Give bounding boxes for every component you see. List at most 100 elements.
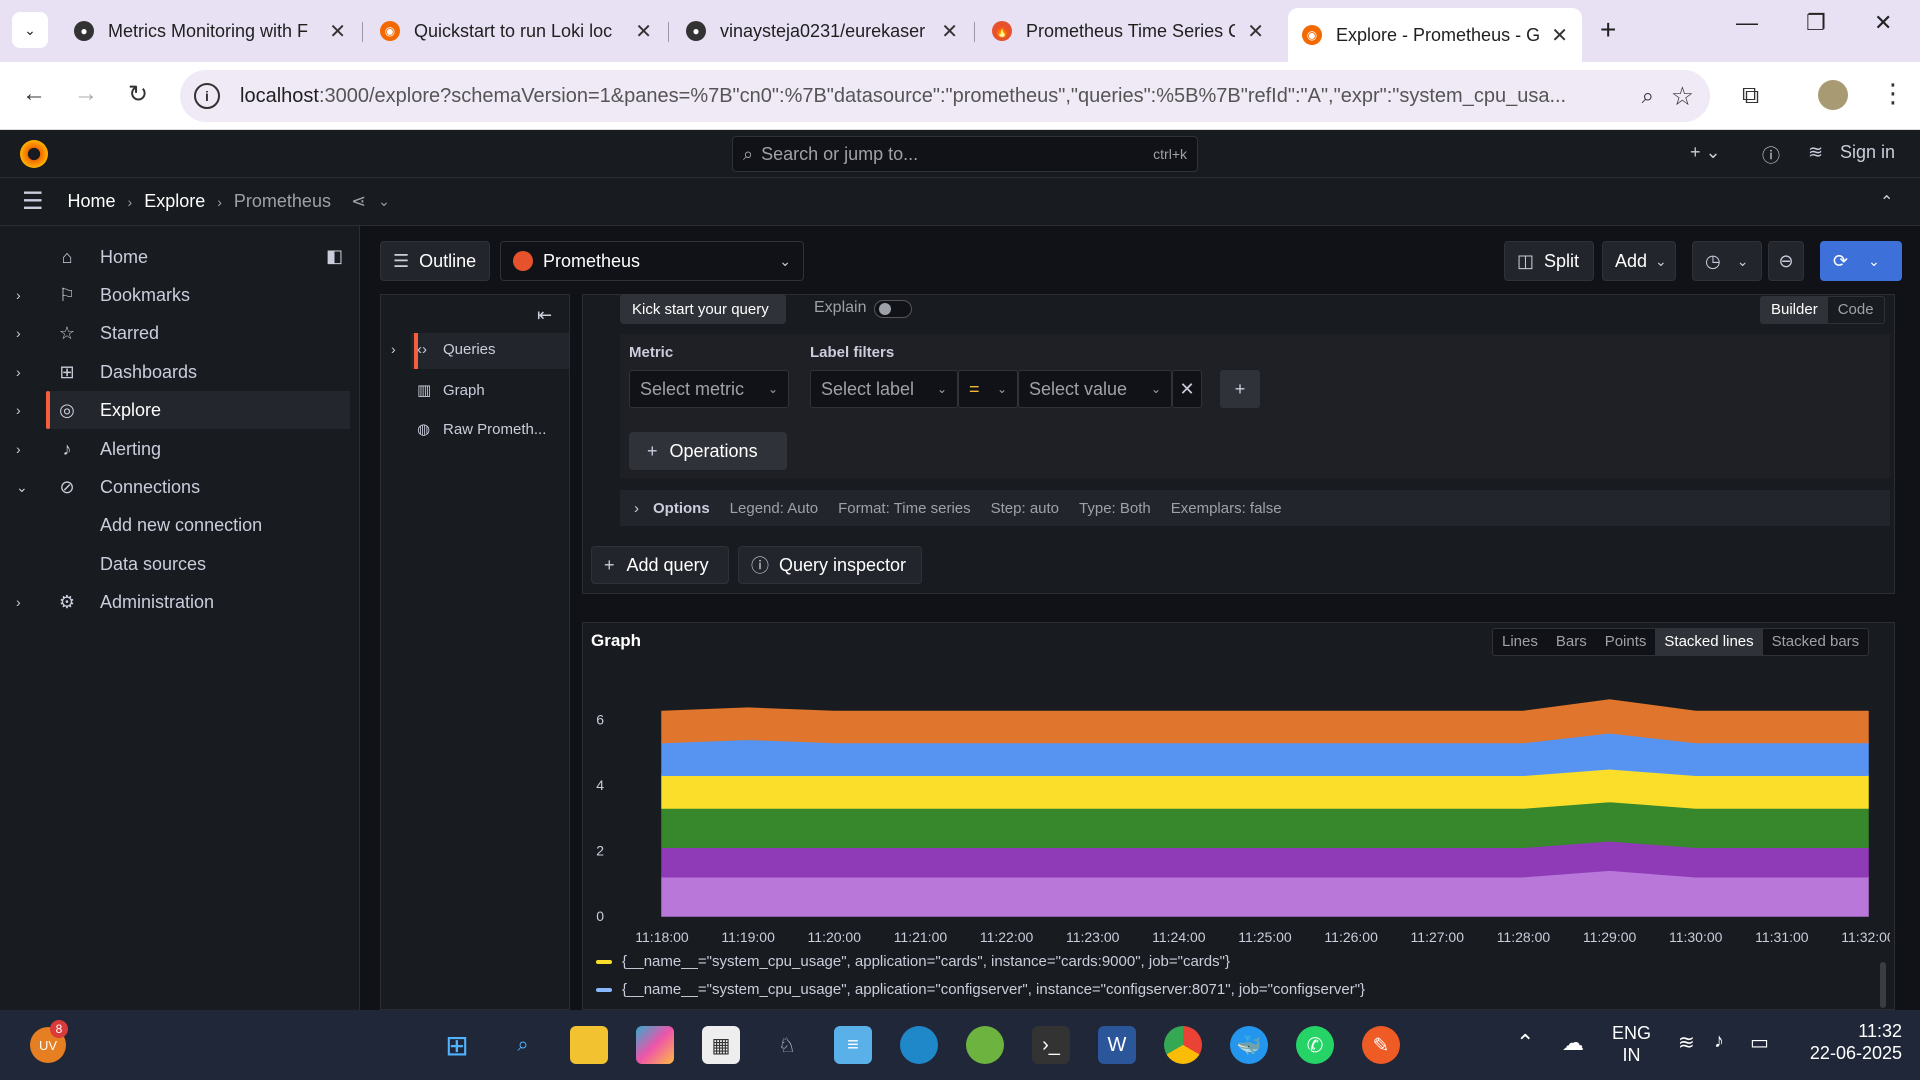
edge-icon[interactable]	[900, 1026, 938, 1064]
operations-button[interactable]: + Operations	[629, 432, 787, 470]
store-icon[interactable]: ▦	[702, 1026, 740, 1064]
operator-select[interactable]: = ⌄	[958, 370, 1018, 408]
mode-lines[interactable]: Lines	[1493, 629, 1547, 655]
browser-tab[interactable]: ◉ Quickstart to run Loki loc ✕	[366, 10, 666, 52]
url-text[interactable]: localhost:3000/explore?schemaVersion=1&p…	[240, 85, 1620, 108]
chevron-down-icon[interactable]: ⌄	[16, 479, 28, 496]
metric-select[interactable]: Select metric ⌄	[629, 370, 789, 408]
extensions-icon[interactable]: ⧉	[1742, 82, 1759, 110]
sidebar-item-starred[interactable]: › ☆ Starred	[0, 314, 360, 352]
sign-in-link[interactable]: Sign in	[1840, 142, 1895, 163]
mode-bars[interactable]: Bars	[1547, 629, 1596, 655]
split-button[interactable]: ◫ Split	[1504, 241, 1594, 281]
help-icon[interactable]: ⓘ	[1762, 142, 1780, 168]
time-series-chart[interactable]: 0 2 4 6 11:18:00 11:19:00 11:20:00 11:21:00 11:2…	[590, 690, 1890, 950]
menu-icon[interactable]: ☰	[22, 187, 44, 216]
close-window-button[interactable]: ✕	[1874, 10, 1892, 36]
copilot-icon[interactable]	[636, 1026, 674, 1064]
wifi-icon[interactable]: ≋	[1678, 1030, 1695, 1055]
site-info-icon[interactable]: i	[194, 83, 220, 109]
chevron-right-icon[interactable]: ›	[16, 441, 21, 457]
close-icon[interactable]: ✕	[941, 19, 958, 44]
profile-avatar[interactable]	[1818, 80, 1848, 110]
time-range-picker[interactable]: ◷ ⌄	[1692, 241, 1762, 281]
breadcrumb-home[interactable]: Home	[68, 191, 116, 212]
volume-icon[interactable]: ♪	[1714, 1030, 1724, 1053]
datasource-picker[interactable]: Prometheus ⌄	[500, 241, 804, 281]
code-mode-button[interactable]: Code	[1828, 297, 1884, 323]
sidebar-item-explore[interactable]: ◎ Explore	[46, 391, 350, 429]
forward-button[interactable]: →	[74, 80, 98, 108]
address-bar[interactable]: i localhost:3000/explore?schemaVersion=1…	[180, 70, 1710, 122]
mode-points[interactable]: Points	[1596, 629, 1656, 655]
share-icon[interactable]: ⋖	[351, 191, 366, 212]
collapse-header-icon[interactable]: ⌃	[1880, 192, 1893, 212]
outline-item-graph[interactable]: ▥ Graph	[417, 381, 485, 400]
collapse-outline-icon[interactable]: ⇤	[537, 305, 552, 326]
chevron-down-icon[interactable]: ⌄	[378, 193, 390, 210]
browser-tab-active[interactable]: ◉ Explore - Prometheus - G ✕	[1288, 8, 1582, 62]
zoom-icon[interactable]: ⌕	[1642, 83, 1654, 109]
remove-filter-button[interactable]: ✕	[1172, 370, 1202, 408]
series-area-5[interactable]	[661, 699, 1869, 744]
search-input[interactable]: ⌕ Search or jump to... ctrl+k	[732, 136, 1198, 172]
sidebar-item-add-new-connection[interactable]: Add new connection	[0, 506, 360, 544]
sidebar-item-alerting[interactable]: › ♪ Alerting	[0, 430, 360, 468]
spring-icon[interactable]	[966, 1026, 1004, 1064]
scrollbar[interactable]	[1880, 962, 1886, 1008]
clock[interactable]: 11:32 22-06-2025	[1792, 1020, 1902, 1064]
outline-item-raw-prometheus[interactable]: ◍ Raw Prometh...	[417, 420, 546, 439]
sidebar-item-data-sources[interactable]: Data sources	[0, 545, 360, 583]
show-hidden-icon[interactable]: ⌃	[1516, 1030, 1534, 1056]
outline-item-queries[interactable]: ‹› Queries	[417, 341, 496, 358]
battery-icon[interactable]: ▭	[1750, 1030, 1769, 1055]
notepad-icon[interactable]: ≡	[834, 1026, 872, 1064]
new-add-icon[interactable]: + ⌄	[1690, 142, 1721, 163]
query-options-row[interactable]: › Options Legend: Auto Format: Time seri…	[620, 490, 1890, 526]
browser-tab[interactable]: 🔥 Prometheus Time Series C ✕	[978, 10, 1278, 52]
sidebar-item-bookmarks[interactable]: › ⚐ Bookmarks	[0, 276, 360, 314]
onedrive-icon[interactable]: ☁	[1562, 1030, 1584, 1056]
chevron-right-icon[interactable]: ›	[16, 287, 21, 303]
minimize-button[interactable]: —	[1736, 10, 1758, 36]
zoom-out-button[interactable]: ⊖	[1768, 241, 1804, 281]
terminal-icon[interactable]: ›_	[1032, 1026, 1070, 1064]
news-rss-icon[interactable]: ≋	[1808, 142, 1823, 163]
chrome-icon[interactable]	[1164, 1026, 1202, 1064]
new-tab-button[interactable]: +	[1600, 14, 1616, 46]
bookmark-star-icon[interactable]: ☆	[1671, 81, 1694, 112]
reload-button[interactable]: ↻	[128, 80, 148, 109]
chevron-right-icon[interactable]: ›	[391, 341, 396, 357]
chevron-right-icon[interactable]: ›	[16, 325, 21, 341]
breadcrumb-explore[interactable]: Explore	[144, 191, 205, 212]
sidebar-item-connections[interactable]: ⌄ ⊘ Connections	[0, 468, 360, 506]
windows-start-icon[interactable]: ⊞	[438, 1026, 476, 1064]
whatsapp-icon[interactable]: ✆	[1296, 1026, 1334, 1064]
query-inspector-button[interactable]: ⓘ Query inspector	[738, 546, 922, 584]
language-indicator[interactable]: ENG IN	[1612, 1022, 1651, 1066]
close-icon[interactable]: ✕	[1551, 23, 1568, 48]
chevron-right-icon[interactable]: ›	[16, 364, 21, 380]
close-icon[interactable]: ✕	[329, 19, 346, 44]
legend-item[interactable]: {__name__="system_cpu_usage", applicatio…	[596, 981, 1365, 998]
word-icon[interactable]: W	[1098, 1026, 1136, 1064]
search-icon[interactable]: ⌕	[504, 1026, 542, 1064]
outline-button[interactable]: ☰ Outline	[380, 241, 490, 281]
back-button[interactable]: ←	[22, 80, 46, 108]
chevron-right-icon[interactable]: ›	[16, 402, 21, 418]
builder-mode-button[interactable]: Builder	[1761, 297, 1828, 323]
chevron-right-icon[interactable]: ›	[16, 594, 21, 610]
browser-tab[interactable]: ● Metrics Monitoring with F ✕	[60, 10, 360, 52]
add-filter-button[interactable]: +	[1220, 370, 1260, 408]
add-button[interactable]: Add ⌄	[1602, 241, 1676, 281]
grafana-logo-icon[interactable]	[20, 140, 48, 168]
sidebar-item-administration[interactable]: › ⚙ Administration	[0, 583, 360, 621]
value-select[interactable]: Select value ⌄	[1018, 370, 1172, 408]
browser-tab[interactable]: ● vinaysteja0231/eurekaser ✕	[672, 10, 972, 52]
file-explorer-icon[interactable]	[570, 1026, 608, 1064]
close-icon[interactable]: ✕	[1247, 19, 1264, 44]
close-icon[interactable]: ✕	[635, 19, 652, 44]
docker-icon[interactable]: 🐳	[1230, 1026, 1268, 1064]
kickstart-query-button[interactable]: Kick start your query	[620, 294, 786, 324]
mode-stacked-lines[interactable]: Stacked lines	[1655, 629, 1763, 655]
